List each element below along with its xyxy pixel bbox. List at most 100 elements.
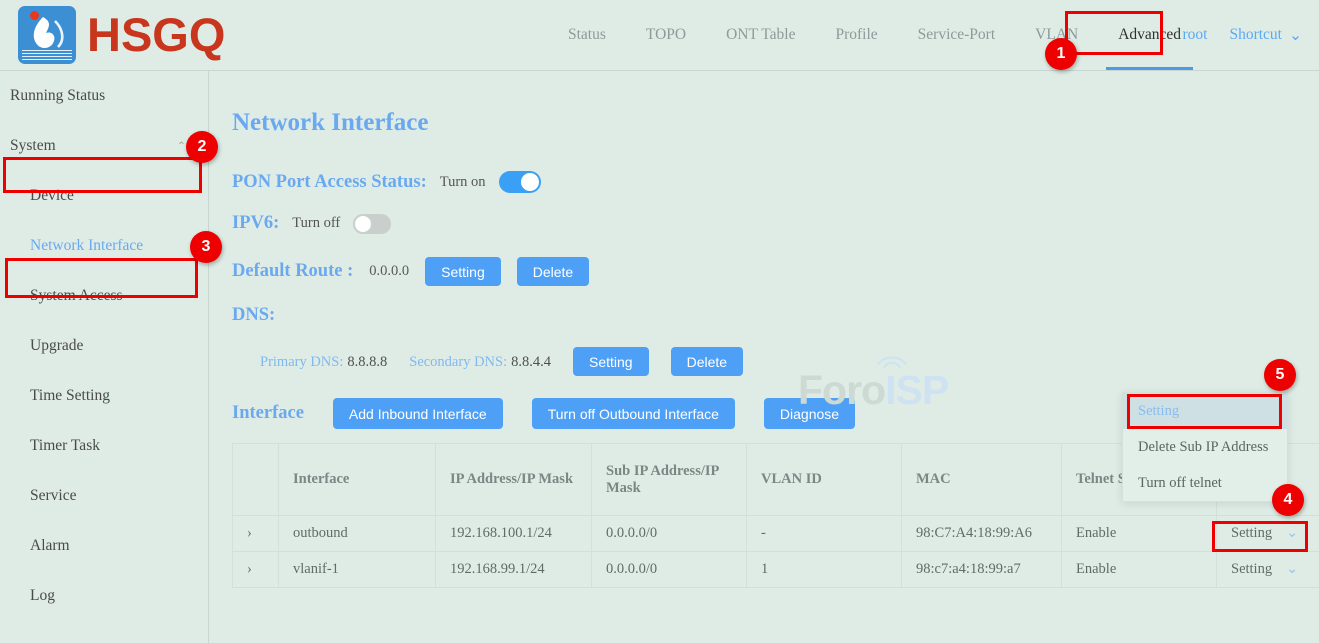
user-menu[interactable]: root [1174, 26, 1217, 44]
ipv6-toggle[interactable] [353, 214, 391, 234]
sidebar-item-system[interactable]: System ⌃ [0, 121, 208, 171]
table-row[interactable]: › vlanif-1 192.168.99.1/24 0.0.0.0/0 1 9… [233, 552, 1319, 588]
dns-row: Primary DNS: 8.8.8.8 Secondary DNS: 8.8.… [260, 347, 743, 376]
annotation-badge-2: 2 [186, 131, 218, 163]
default-route-value: 0.0.0.0 [369, 263, 409, 280]
add-inbound-interface-button[interactable]: Add Inbound Interface [333, 398, 503, 429]
sidebar-item-upgrade[interactable]: Upgrade [0, 321, 208, 371]
annotation-badge-3: 3 [190, 231, 222, 263]
row-action-setting[interactable]: Setting ⌄ [1217, 516, 1319, 552]
dns-label: DNS: [232, 305, 275, 326]
cell-mac: 98:C7:A4:18:99:A6 [902, 516, 1062, 552]
sidebar-item-label: Timer Task [30, 437, 100, 455]
dropdown-item-delete-sub-ip-address[interactable]: Delete Sub IP Address [1123, 429, 1287, 465]
row-expander-icon[interactable]: › [233, 552, 279, 588]
col-header-interface: Interface [279, 444, 436, 516]
default-route-row: Default Route : 0.0.0.0 Setting Delete [232, 257, 589, 286]
annotation-badge-1: 1 [1045, 38, 1077, 70]
col-header-expander [233, 444, 279, 516]
sidebar-item-label: Running Status [10, 87, 105, 105]
sidebar-item-system-access[interactable]: System Access [0, 271, 208, 321]
chevron-down-icon: ⌄ [1286, 561, 1298, 578]
cell-ip-address: 192.168.100.1/24 [436, 516, 592, 552]
pon-toggle-state-text: Turn on [440, 174, 486, 191]
watermark-text-b: ISP [885, 367, 948, 413]
cell-ip-address: 192.168.99.1/24 [436, 552, 592, 588]
row-action-setting[interactable]: Setting⌄ [1217, 552, 1319, 588]
sidebar-item-label: Upgrade [30, 337, 83, 355]
secondary-dns-label: Secondary DNS: [409, 354, 507, 370]
sidebar-item-alarm[interactable]: Alarm [0, 521, 208, 571]
sidebar: Running Status System ⌃ Device Network I… [0, 71, 209, 643]
col-header-ip-address: IP Address/IP Mask [436, 444, 592, 516]
sidebar-item-log[interactable]: Log [0, 571, 208, 621]
user-name: root [1183, 26, 1208, 44]
cell-interface: vlanif-1 [279, 552, 436, 588]
sidebar-item-running-status[interactable]: Running Status [0, 71, 208, 121]
ipv6-label: IPV6: [232, 213, 279, 234]
sidebar-item-label: Device [30, 187, 74, 205]
hsgq-droplet-logo-icon [18, 6, 76, 64]
shortcut-label: Shortcut [1229, 26, 1282, 44]
col-header-sub-ip-address: Sub IP Address/IP Mask [592, 444, 747, 516]
cell-interface: outbound [279, 516, 436, 552]
nav-item-profile[interactable]: Profile [815, 0, 897, 70]
chevron-down-icon: ⌄ [1289, 26, 1302, 45]
nav-item-status[interactable]: Status [548, 0, 626, 70]
cell-telnet-status: Enable [1062, 516, 1217, 552]
sidebar-item-label: System [10, 137, 56, 155]
nav-item-topo[interactable]: TOPO [626, 0, 706, 70]
shortcut-menu[interactable]: Shortcut ⌄ [1220, 26, 1311, 45]
default-route-setting-button[interactable]: Setting [425, 257, 501, 286]
row-expander-icon[interactable]: › [233, 516, 279, 552]
ipv6-toggle-state-text: Turn off [292, 215, 340, 232]
sidebar-item-timer-task[interactable]: Timer Task [0, 421, 208, 471]
brand-name: HSGQ [87, 11, 225, 59]
pon-port-access-row: PON Port Access Status: Turn on [232, 171, 541, 193]
primary-dns-label: Primary DNS: [260, 354, 343, 370]
sidebar-item-device[interactable]: Device [0, 171, 208, 221]
primary-dns-value: 8.8.8.8 [347, 354, 387, 370]
dropdown-item-turn-off-telnet[interactable]: Turn off telnet [1123, 465, 1287, 501]
pon-port-access-toggle[interactable] [499, 171, 541, 193]
main-content: ForoISP Network Interface PON Port Acces… [210, 71, 1319, 643]
col-header-mac: MAC [902, 444, 1062, 516]
annotation-badge-5: 5 [1264, 359, 1296, 391]
col-header-vlan-id: VLAN ID [747, 444, 902, 516]
sidebar-item-label: Alarm [30, 537, 70, 555]
watermark-signal-icon [875, 351, 909, 369]
interface-label: Interface [232, 403, 304, 424]
chevron-up-icon: ⌃ [177, 140, 186, 153]
diagnose-button[interactable]: Diagnose [764, 398, 855, 429]
dns-delete-button[interactable]: Delete [671, 347, 743, 376]
sidebar-item-label: Time Setting [30, 387, 110, 405]
sidebar-item-label: Service [30, 487, 76, 505]
sidebar-item-service[interactable]: Service [0, 471, 208, 521]
sidebar-item-network-interface[interactable]: Network Interface [0, 221, 208, 271]
sidebar-item-time-setting[interactable]: Time Setting [0, 371, 208, 421]
cell-sub-ip-address: 0.0.0.0/0 [592, 552, 747, 588]
dns-setting-button[interactable]: Setting [573, 347, 649, 376]
default-route-label: Default Route : [232, 261, 353, 282]
sidebar-item-label: System Access [30, 287, 123, 305]
turn-off-outbound-interface-button[interactable]: Turn off Outbound Interface [532, 398, 735, 429]
chevron-down-icon: ⌄ [1286, 525, 1298, 542]
toggle-knob [355, 216, 371, 232]
row-action-label: Setting [1231, 525, 1272, 541]
secondary-dns-value: 8.8.4.4 [511, 354, 551, 370]
cell-telnet-status: Enable [1062, 552, 1217, 588]
brand-logo[interactable]: HSGQ [18, 6, 225, 64]
cell-mac: 98:c7:a4:18:99:a7 [902, 552, 1062, 588]
dropdown-item-setting[interactable]: Setting [1123, 393, 1287, 429]
toggle-knob [521, 173, 539, 191]
nav-item-ont-table[interactable]: ONT Table [706, 0, 815, 70]
logo-swoosh-icon [25, 13, 69, 53]
nav-item-service-port[interactable]: Service-Port [898, 0, 1015, 70]
cell-vlan-id: - [747, 516, 902, 552]
main-navigation: Status TOPO ONT Table Profile Service-Po… [548, 0, 1201, 70]
table-row[interactable]: › outbound 192.168.100.1/24 0.0.0.0/0 - … [233, 516, 1319, 552]
cell-vlan-id: 1 [747, 552, 902, 588]
app-root: HSGQ Status TOPO ONT Table Profile Servi… [0, 0, 1319, 643]
default-route-delete-button[interactable]: Delete [517, 257, 589, 286]
app-header: HSGQ Status TOPO ONT Table Profile Servi… [0, 0, 1319, 71]
